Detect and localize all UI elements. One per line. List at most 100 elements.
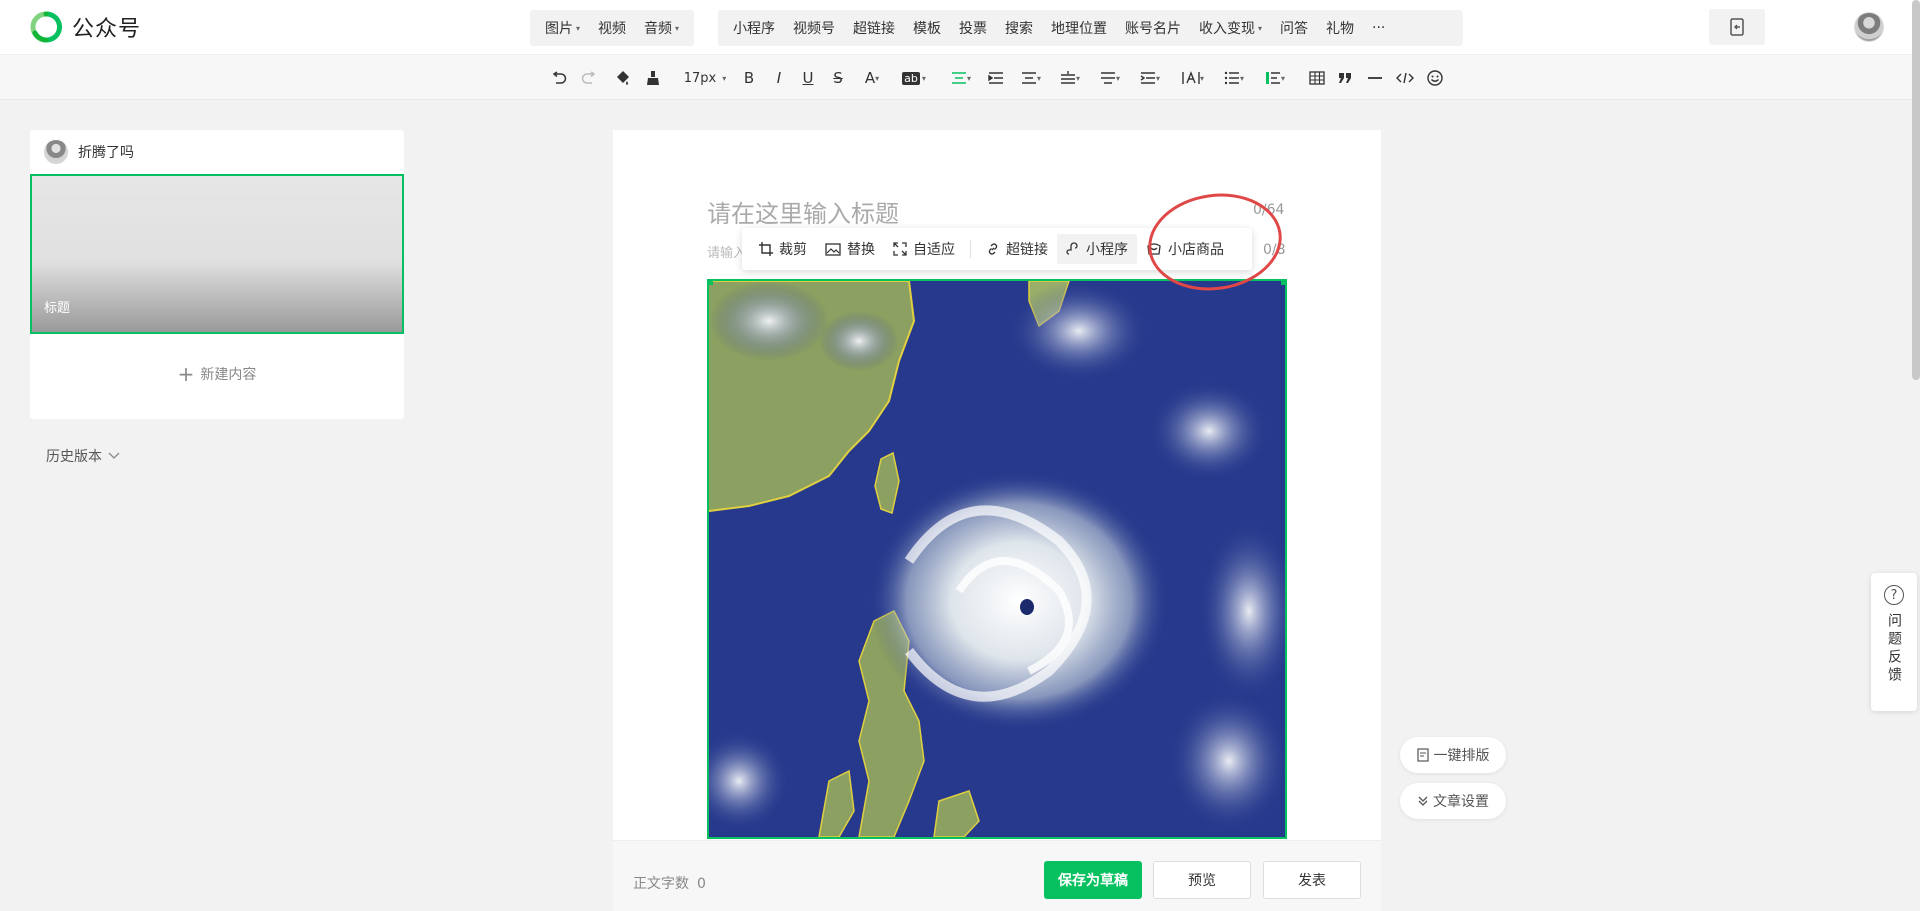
- background-color-button[interactable]: ab ▾: [898, 67, 930, 89]
- font-color-button[interactable]: A ▾: [858, 67, 886, 89]
- article-settings-button[interactable]: 文章设置: [1400, 783, 1506, 819]
- divider-icon[interactable]: [1364, 67, 1386, 89]
- miniapp-button[interactable]: 小程序: [1057, 234, 1137, 264]
- word-count-label: 正文字数: [633, 876, 689, 892]
- insert-widget-item-label: 模板: [913, 21, 941, 37]
- top-bar: 公众号 图片 ▾ 视频 音频 ▾ 小程序 视频号 超链接 模板 投票 搜索 地理位置 账号名片 收入变现…: [0, 0, 1920, 54]
- resize-handle[interactable]: [1281, 281, 1285, 285]
- insert-widget-item[interactable]: 搜索: [996, 18, 1042, 38]
- block-style-icon[interactable]: ▾: [1260, 67, 1290, 89]
- letter-spacing-icon[interactable]: ▾: [1095, 67, 1125, 89]
- article-thumbnail[interactable]: 标题: [30, 174, 404, 334]
- insert-menu-group-media: 图片 ▾ 视频 音频 ▾: [530, 10, 694, 46]
- new-content-label: 新建内容: [200, 367, 257, 383]
- selected-image[interactable]: [707, 279, 1287, 839]
- article-settings-label: 文章设置: [1433, 794, 1489, 810]
- hyperlink-button[interactable]: 超链接: [977, 234, 1057, 264]
- phone-return-icon: [1730, 18, 1744, 36]
- history-label: 历史版本: [46, 449, 102, 465]
- align-center-icon[interactable]: ▾: [946, 67, 976, 89]
- undo-icon[interactable]: [548, 67, 570, 89]
- underline-button[interactable]: U: [797, 67, 819, 89]
- insert-widget-item-label: 地理位置: [1051, 21, 1107, 37]
- toolbar-divider: [970, 240, 971, 258]
- insert-widget-item[interactable]: 地理位置: [1042, 18, 1116, 38]
- author-char-count: 0/8: [1263, 242, 1286, 258]
- insert-widget-item-label: 礼物: [1326, 21, 1355, 37]
- publish-button[interactable]: 发表: [1263, 861, 1361, 899]
- dropdown-caret-icon: ▾: [675, 23, 680, 33]
- article-list-panel: 折腾了吗 标题 + 新建内容: [30, 130, 404, 419]
- account-avatar: [44, 140, 68, 164]
- mobile-preview-button[interactable]: [1709, 9, 1765, 45]
- text-direction-icon[interactable]: ▾: [1178, 67, 1208, 89]
- italic-button[interactable]: I: [768, 67, 790, 89]
- insert-widget-item[interactable]: 超链接: [844, 18, 904, 38]
- preview-button[interactable]: 预览: [1153, 861, 1251, 899]
- insert-widget-item-label: 搜索: [1005, 21, 1033, 37]
- title-input[interactable]: 请在这里输入标题: [707, 194, 899, 229]
- feedback-widget[interactable]: ? 问题反馈: [1871, 573, 1917, 711]
- crop-label: 裁剪: [779, 242, 807, 258]
- dropdown-caret-icon: ▾: [576, 23, 581, 33]
- insert-widget-item-label: 投票: [959, 21, 987, 37]
- font-size-value: 17px: [683, 70, 717, 86]
- list-icon[interactable]: ▾: [1219, 67, 1249, 89]
- article-thumbnail-title: 标题: [44, 301, 71, 316]
- page-scrollbar[interactable]: [1912, 0, 1920, 380]
- word-count: 正文字数 0: [633, 873, 706, 893]
- history-versions-toggle[interactable]: 历史版本: [46, 446, 120, 466]
- replace-label: 替换: [847, 242, 875, 258]
- table-icon[interactable]: [1306, 67, 1328, 89]
- image-toolbar: 裁剪 替换 自适应 超链接 小程序 小店商品: [742, 228, 1252, 270]
- insert-widget-item[interactable]: 账号名片: [1116, 18, 1190, 38]
- one-click-layout-label: 一键排版: [1433, 748, 1490, 764]
- insert-widget-item[interactable]: 投票: [950, 18, 996, 38]
- line-spacing-icon[interactable]: ▾: [1016, 67, 1046, 89]
- insert-media-item[interactable]: 音频 ▾: [635, 18, 688, 38]
- insert-widget-item[interactable]: 模板: [904, 18, 950, 38]
- user-avatar[interactable]: [1854, 12, 1884, 42]
- miniapp-label: 小程序: [1086, 242, 1128, 258]
- author-input[interactable]: 请输入: [707, 242, 746, 261]
- insert-media-item[interactable]: 视频: [589, 18, 635, 38]
- redo-icon[interactable]: [578, 67, 600, 89]
- save-draft-button[interactable]: 保存为草稿: [1044, 861, 1142, 899]
- title-char-count: 0/64: [1253, 202, 1285, 218]
- miniapp-icon: [1066, 242, 1078, 255]
- format-painter-icon[interactable]: [612, 67, 634, 89]
- crop-button[interactable]: 裁剪: [750, 234, 816, 264]
- insert-widget-item[interactable]: ···: [1363, 20, 1394, 36]
- resize-handle[interactable]: [709, 281, 713, 285]
- hyperlink-label: 超链接: [1006, 242, 1048, 258]
- insert-media-item[interactable]: 图片 ▾: [536, 18, 589, 38]
- indent-icon[interactable]: [985, 67, 1007, 89]
- new-content-button[interactable]: + 新建内容: [30, 364, 404, 384]
- replace-button[interactable]: 替换: [816, 234, 884, 264]
- double-chevron-down-icon: [1418, 796, 1428, 806]
- font-size-select[interactable]: 17px ▾: [680, 67, 730, 89]
- dropdown-caret-icon: ▾: [1258, 23, 1263, 33]
- question-icon: ?: [1884, 585, 1904, 605]
- one-click-layout-button[interactable]: 一键排版: [1400, 737, 1506, 773]
- emoji-icon[interactable]: [1424, 67, 1446, 89]
- quote-icon[interactable]: [1334, 67, 1356, 89]
- bold-button[interactable]: B: [738, 67, 760, 89]
- feedback-label: 问题反馈: [1886, 613, 1902, 685]
- indentation-icon[interactable]: ▾: [1135, 67, 1165, 89]
- strikethrough-button[interactable]: S: [827, 67, 849, 89]
- chevron-down-icon: [108, 452, 120, 459]
- insert-widget-item[interactable]: 小程序: [724, 18, 784, 38]
- insert-widget-item[interactable]: 问答: [1271, 18, 1317, 38]
- shop-product-button[interactable]: 小店商品: [1137, 234, 1233, 264]
- insert-widget-item[interactable]: 收入变现 ▾: [1190, 18, 1271, 38]
- insert-menu-group-widgets: 小程序 视频号 超链接 模板 投票 搜索 地理位置 账号名片 收入变现 ▾ 问答 礼物 ···: [718, 10, 1463, 46]
- code-icon[interactable]: [1394, 67, 1416, 89]
- insert-widget-item[interactable]: 礼物: [1317, 18, 1363, 38]
- clear-format-icon[interactable]: [642, 67, 664, 89]
- account-name: 折腾了吗: [78, 145, 134, 161]
- paragraph-spacing-icon[interactable]: ▾: [1055, 67, 1085, 89]
- insert-widget-item[interactable]: 视频号: [784, 18, 844, 38]
- logo[interactable]: 公众号: [30, 11, 141, 43]
- fit-button[interactable]: 自适应: [884, 234, 964, 264]
